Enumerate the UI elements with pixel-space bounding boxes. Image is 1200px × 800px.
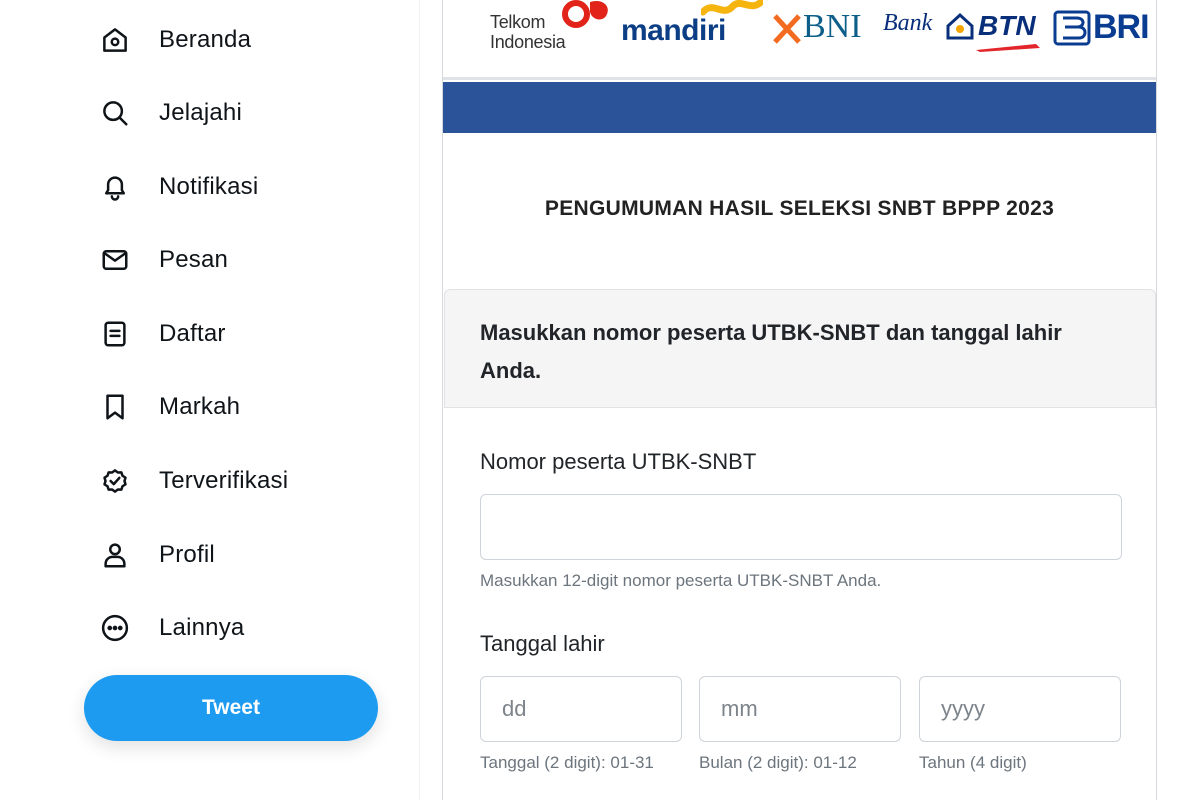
- home-icon: [98, 23, 132, 57]
- sidebar-item-label: Pesan: [159, 246, 229, 273]
- participant-number-help: Masukkan 12-digit nomor peserta UTBK-SNB…: [480, 571, 882, 590]
- sidebar-item-lainnya[interactable]: Lainnya: [98, 604, 244, 652]
- sidebar-item-terverifikasi[interactable]: Terverifikasi: [98, 457, 288, 505]
- logo-text: mandiri: [621, 14, 726, 47]
- list-icon: [98, 317, 132, 351]
- logo-text: Telkom: [490, 12, 546, 32]
- sidebar-item-daftar[interactable]: Daftar: [98, 310, 226, 358]
- sidebar-item-markah[interactable]: Markah: [98, 383, 240, 431]
- birth-date-label: Tanggal lahir: [480, 631, 605, 656]
- sidebar-item-label: Lainnya: [159, 614, 245, 641]
- sidebar-item-notifikasi[interactable]: Notifikasi: [98, 163, 258, 211]
- telkom-indonesia-logo: Telkom Indonesia: [490, 0, 615, 56]
- bookmark-icon: [98, 390, 132, 424]
- logo-text: BRI: [1093, 8, 1150, 46]
- header-banner-bar: [443, 82, 1156, 133]
- sidebar-item-label: Notifikasi: [159, 173, 259, 200]
- page-title: PENGUMUMAN HASIL SELEKSI SNBT BPPP 2023: [544, 197, 1055, 220]
- birth-month-input[interactable]: [699, 676, 901, 742]
- announcement-card: Telkom Indonesia mandiri BNI Bank BTN BR…: [442, 0, 1157, 800]
- birth-month-help: Bulan (2 digit): 01-12: [699, 753, 857, 772]
- logo-text: Bank: [883, 10, 933, 36]
- bell-icon: [98, 170, 132, 204]
- mandiri-logo: mandiri: [619, 0, 764, 52]
- birth-year-help: Tahun (4 digit): [919, 753, 1027, 772]
- search-icon: [98, 96, 132, 130]
- sidebar-item-beranda[interactable]: Beranda: [98, 16, 251, 64]
- sidebar-item-profil[interactable]: Profil: [98, 531, 215, 579]
- mail-icon: [98, 243, 132, 277]
- sidebar-item-label: Daftar: [159, 320, 226, 347]
- birth-day-help: Tanggal (2 digit): 01-31: [480, 753, 654, 772]
- sidebar-nav: Beranda Jelajahi Notifikasi Pesan Daftar…: [74, 0, 420, 800]
- participant-number-input[interactable]: [480, 494, 1122, 560]
- sidebar-item-jelajahi[interactable]: Jelajahi: [98, 89, 242, 137]
- birth-day-input[interactable]: [480, 676, 682, 742]
- logo-text: BTN: [978, 10, 1036, 41]
- verified-badge-icon: [98, 464, 132, 498]
- sidebar-item-label: Markah: [159, 393, 241, 420]
- column-divider: [419, 0, 420, 800]
- sponsor-logo-strip: Telkom Indonesia mandiri BNI Bank BTN BR…: [443, 0, 1156, 80]
- tweet-button[interactable]: Tweet: [84, 675, 378, 741]
- bri-logo: BRI: [1053, 6, 1153, 50]
- user-icon: [98, 538, 132, 572]
- participant-number-label: Nomor peserta UTBK-SNBT: [480, 449, 757, 474]
- sidebar-item-label: Beranda: [159, 26, 252, 53]
- sidebar-item-label: Jelajahi: [159, 99, 242, 126]
- logo-text: BNI: [803, 8, 862, 45]
- bni-logo: BNI: [773, 8, 873, 48]
- form-panel-header: Masukkan nomor peserta UTBK-SNBT dan tan…: [444, 289, 1156, 408]
- form-instruction: Masukkan nomor peserta UTBK-SNBT dan tan…: [480, 320, 1062, 383]
- sidebar-item-label: Terverifikasi: [159, 467, 289, 494]
- logo-text: Indonesia: [490, 32, 566, 52]
- sidebar-item-label: Profil: [159, 541, 215, 568]
- birth-year-input[interactable]: [919, 676, 1121, 742]
- sidebar-item-pesan[interactable]: Pesan: [98, 236, 228, 284]
- more-circle-icon: [98, 611, 132, 645]
- bank-btn-logo: Bank BTN: [883, 8, 1043, 52]
